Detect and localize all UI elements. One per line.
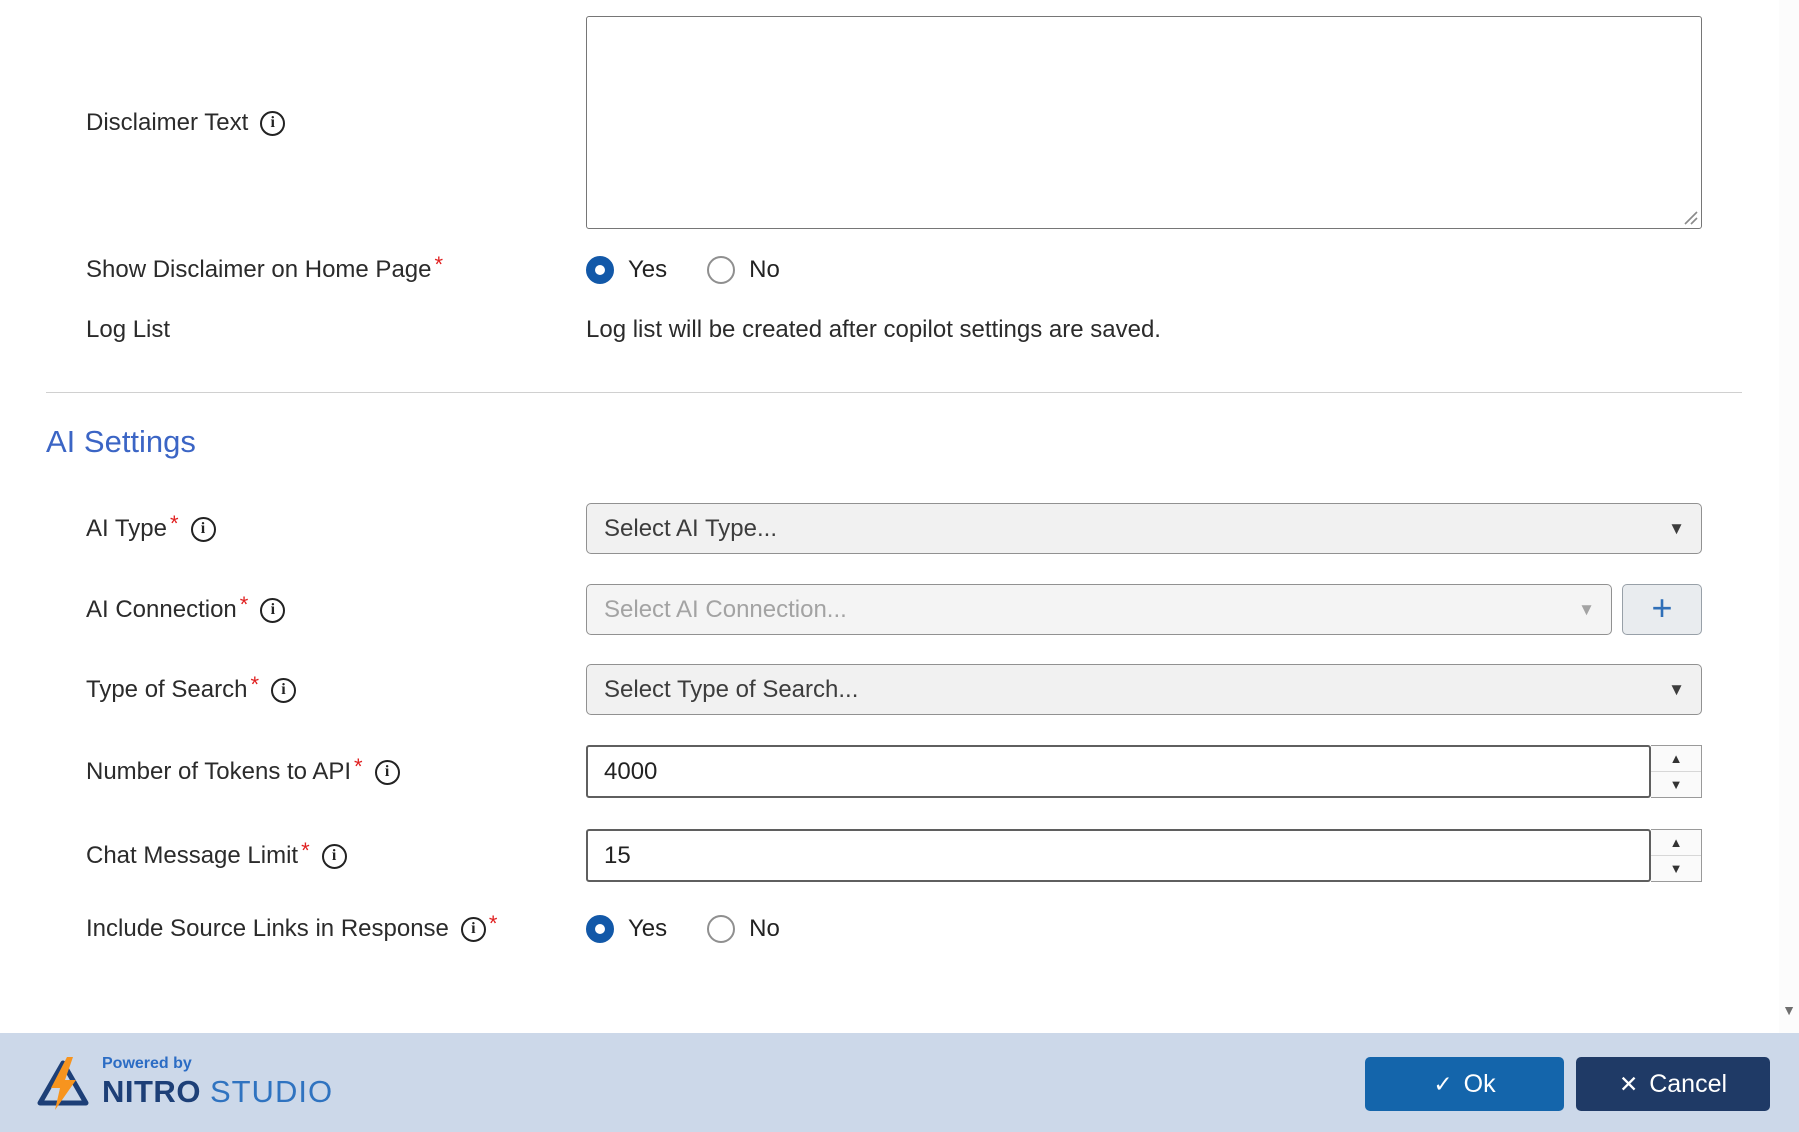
type-of-search-label: Type of Search * i: [86, 672, 296, 707]
textarea-resize-handle-icon[interactable]: [1682, 209, 1699, 226]
footer-bar: Powered by NITRO STUDIO ✓ Ok ✕ Cancel: [0, 1033, 1799, 1132]
nitro-studio-logo: Powered by NITRO STUDIO: [34, 1033, 333, 1132]
include-source-links-label: Include Source Links in Response i *: [86, 911, 498, 946]
label-text: AI Type: [86, 515, 167, 542]
chat-limit-spinner: ▲ ▼: [1651, 829, 1702, 882]
info-icon-glyph: i: [270, 114, 275, 131]
disclaimer-text-label: Disclaimer Text i: [86, 106, 286, 140]
chat-message-limit-field: ▲ ▼: [586, 829, 1702, 882]
chat-message-limit-input[interactable]: [586, 829, 1651, 882]
chat-message-limit-label: Chat Message Limit * i: [86, 838, 347, 873]
chevron-down-icon: ▼: [1668, 518, 1685, 538]
info-icon-glyph: i: [200, 520, 206, 537]
show-disclaimer-radio-yes[interactable]: [586, 256, 614, 284]
log-list-message: Log list will be created after copilot s…: [586, 316, 1161, 343]
label-text: Disclaimer Text: [86, 109, 249, 136]
show-disclaimer-label: Show Disclaimer on Home Page *: [86, 252, 444, 287]
copilot-settings-page: Disclaimer Text i Show Disclaimer on Hom…: [0, 0, 1799, 1132]
footer-buttons: ✓ Ok ✕ Cancel: [1365, 1057, 1770, 1111]
log-list-label: Log List: [86, 313, 170, 347]
spin-down-button[interactable]: ▼: [1651, 856, 1701, 881]
check-icon: ✓: [1433, 1070, 1453, 1097]
disclaimer-textarea[interactable]: [586, 16, 1702, 229]
chevron-down-icon: ▼: [1578, 599, 1595, 619]
show-disclaimer-radio-group: Yes No: [586, 251, 780, 289]
info-icon[interactable]: i: [321, 843, 347, 869]
cancel-button-label: Cancel: [1649, 1069, 1728, 1098]
info-icon-glyph: i: [270, 601, 276, 618]
show-disclaimer-radio-no[interactable]: [707, 256, 736, 284]
info-icon[interactable]: i: [260, 110, 286, 136]
ai-connection-label: AI Connection * i: [86, 592, 286, 627]
required-marker: *: [434, 252, 444, 277]
spin-up-button[interactable]: ▲: [1651, 830, 1701, 856]
ai-connection-selected-value: Select AI Connection...: [604, 595, 847, 623]
ai-connection-select[interactable]: Select AI Connection... ▼: [586, 584, 1612, 635]
cancel-button[interactable]: ✕ Cancel: [1576, 1057, 1770, 1111]
include-source-links-radio-group: Yes No: [586, 910, 780, 948]
label-text: Number of Tokens to API: [86, 758, 352, 785]
info-icon[interactable]: i: [271, 677, 296, 703]
ai-settings-heading: AI Settings: [46, 424, 196, 459]
label-text: Type of Search: [86, 676, 248, 703]
tokens-spinner: ▲ ▼: [1651, 745, 1702, 798]
ai-type-label: AI Type * i: [86, 511, 216, 546]
powered-by-label: Powered by: [102, 1055, 192, 1072]
chevron-down-icon: ▼: [1668, 679, 1685, 699]
required-marker: *: [239, 592, 249, 617]
ai-type-selected-value: Select AI Type...: [604, 514, 777, 542]
caret-up-icon: ▲: [1669, 835, 1683, 850]
spin-up-button[interactable]: ▲: [1651, 746, 1701, 772]
scroll-down-button[interactable]: ▼: [1779, 995, 1799, 1025]
caret-down-icon: ▼: [1669, 777, 1683, 792]
source-links-radio-no[interactable]: [707, 915, 736, 943]
plus-icon: +: [1651, 586, 1673, 628]
required-marker: *: [169, 511, 179, 536]
radio-yes-label: Yes: [628, 256, 668, 283]
ai-type-select[interactable]: Select AI Type... ▼: [586, 503, 1702, 554]
brand-text: Powered by NITRO STUDIO: [102, 1055, 333, 1110]
info-icon[interactable]: i: [374, 759, 400, 785]
label-text: Log List: [86, 316, 171, 343]
lightning-bolt-icon: [37, 1056, 89, 1110]
required-marker: *: [301, 838, 310, 863]
label-text: Include Source Links in Response: [86, 915, 449, 942]
caret-up-icon: ▲: [1669, 751, 1683, 766]
info-icon-glyph: i: [384, 763, 390, 780]
spin-down-button[interactable]: ▼: [1651, 772, 1701, 797]
required-marker: *: [354, 754, 363, 779]
info-icon[interactable]: i: [260, 597, 286, 623]
type-of-search-selected-value: Select Type of Search...: [604, 675, 859, 703]
radio-no-label: No: [749, 256, 780, 283]
tokens-to-api-label: Number of Tokens to API * i: [86, 754, 400, 789]
info-icon-glyph: i: [331, 847, 337, 864]
info-icon-glyph: i: [471, 920, 476, 937]
scrollbar[interactable]: ▼: [1779, 0, 1799, 1033]
required-marker: *: [488, 911, 498, 936]
required-marker: *: [250, 672, 259, 697]
label-text: AI Connection: [86, 596, 237, 623]
caret-down-icon: ▼: [1669, 861, 1683, 876]
ok-button-label: Ok: [1463, 1069, 1496, 1098]
source-links-radio-yes[interactable]: [586, 915, 614, 943]
brand-suffix: STUDIO: [209, 1074, 334, 1109]
label-text: Chat Message Limit: [86, 842, 299, 869]
label-text: Show Disclaimer on Home Page: [86, 256, 432, 283]
info-icon-glyph: i: [281, 681, 286, 698]
close-icon: ✕: [1618, 1070, 1639, 1097]
type-of-search-select[interactable]: Select Type of Search... ▼: [586, 664, 1702, 715]
section-divider: [46, 392, 1742, 393]
tokens-to-api-input[interactable]: [586, 745, 1651, 798]
brand-name: NITRO: [102, 1074, 201, 1109]
add-ai-connection-button[interactable]: +: [1622, 584, 1702, 635]
tokens-to-api-field: ▲ ▼: [586, 745, 1702, 798]
radio-yes-label: Yes: [628, 915, 668, 942]
radio-no-label: No: [749, 915, 780, 942]
info-icon[interactable]: i: [190, 516, 216, 542]
scroll-down-icon: ▼: [1782, 1002, 1796, 1018]
info-icon[interactable]: i: [460, 916, 486, 942]
ok-button[interactable]: ✓ Ok: [1365, 1057, 1564, 1111]
